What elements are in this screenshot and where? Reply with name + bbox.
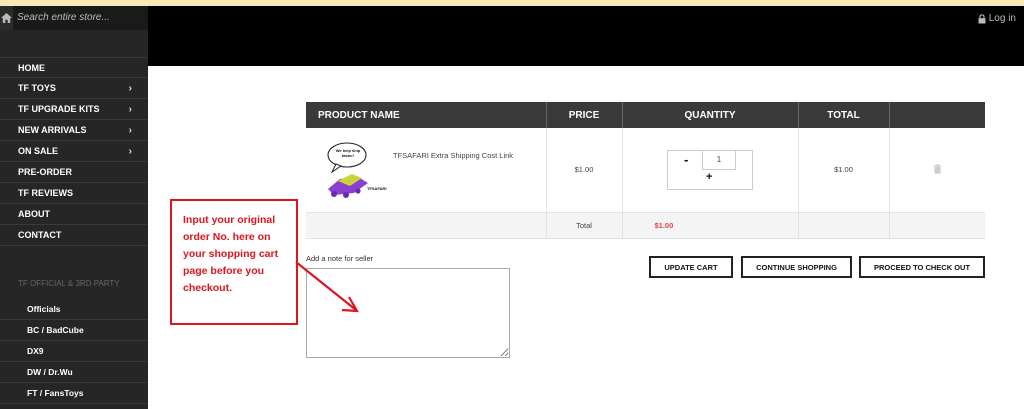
chevron-right-icon: › [128,145,132,157]
menu-item-pre-order[interactable]: PRE-ORDER [0,162,148,183]
login-link[interactable]: Log in [978,13,1016,24]
cart-header-row: PRODUCT NAME PRICE QUANTITY TOTAL [306,102,985,128]
chevron-right-icon: › [128,82,132,94]
quantity-decrease-button[interactable]: - [684,152,688,167]
total-value: $1.00 [622,212,799,239]
lock-icon [978,13,986,23]
brand-list: Officials BC / BadCube DX9 DW / Dr.Wu FT… [0,299,148,404]
continue-shopping-button[interactable]: CONTINUE SHOPPING [741,256,852,278]
header-bar: Log in [148,6,1024,66]
annotation-arrow [295,261,359,313]
main-menu: HOME TF TOYS › TF UPGRADE KITS › NEW ARRIV… [0,57,148,246]
menu-item-home[interactable]: HOME [0,57,148,78]
menu-item-tf-toys[interactable]: TF TOYS › [0,78,148,99]
search-bar [0,5,160,30]
menu-item-label: ON SALE [18,146,59,156]
thumbnail-bubble-text: We help ship faster! [335,147,361,158]
trash-icon[interactable] [933,164,942,174]
menu-item-label: PRE-ORDER [18,167,73,177]
total-row-spacer [889,212,985,239]
login-label: Log in [988,13,1016,24]
brand-item-dx9[interactable]: DX9 [0,341,148,362]
header-price: PRICE [546,102,623,128]
brand-item-officials[interactable]: Officials [0,299,148,320]
cart-item-remove-cell [889,128,985,213]
menu-item-tf-reviews[interactable]: TF REVIEWS [0,183,148,204]
quantity-increase-button[interactable]: + [706,171,712,183]
update-cart-button[interactable]: UPDATE CART [649,256,733,278]
product-thumbnail[interactable]: We help ship faster! TFSAFARI [324,139,387,201]
header-product-name: PRODUCT NAME [306,102,547,128]
instruction-callout: Input your original order No. here on yo… [170,199,298,325]
home-icon[interactable] [0,5,13,30]
cart-total-row: Total $1.00 [306,212,985,239]
header-total: TOTAL [798,102,890,128]
search-input[interactable] [13,5,151,30]
brand-item-drwu[interactable]: DW / Dr.Wu [0,362,148,383]
menu-item-label: NEW ARRIVALS [18,125,87,135]
brand-item-fanstoys[interactable]: FT / FansToys [0,383,148,404]
chevron-right-icon: › [128,103,132,115]
cart-item-total: $1.00 [798,128,890,213]
menu-item-about[interactable]: ABOUT [0,204,148,225]
chevron-right-icon: › [128,124,132,136]
total-label: Total [546,212,623,239]
cart-item-row: We help ship faster! TFSAFARI TFSAFARI E… [306,128,985,213]
menu-item-contact[interactable]: CONTACT [0,225,148,246]
quantity-value-input[interactable]: 1 [702,150,736,170]
menu-item-label: CONTACT [18,230,62,240]
header-quantity: QUANTITY [622,102,799,128]
menu-item-label: TF REVIEWS [18,188,74,198]
header-actions [889,102,985,128]
menu-item-label: TF TOYS [18,83,56,93]
cart-table: PRODUCT NAME PRICE QUANTITY TOTAL We hel… [306,102,985,239]
cart-item-product: We help ship faster! TFSAFARI TFSAFARI E… [306,128,547,213]
menu-item-new-arrivals[interactable]: NEW ARRIVALS › [0,120,148,141]
sidebar-section-title: TF OFFICIAL & 3RD PARTY [18,279,120,288]
menu-item-tf-upgrade-kits[interactable]: TF UPGRADE KITS › [0,99,148,120]
menu-item-label: TF UPGRADE KITS [18,104,100,114]
brand-item-badcube[interactable]: BC / BadCube [0,320,148,341]
menu-item-label: ABOUT [18,209,50,219]
menu-item-on-sale[interactable]: ON SALE › [0,141,148,162]
sidebar: HOME TF TOYS › TF UPGRADE KITS › NEW ARRIV… [0,5,160,409]
cart-item-price: $1.00 [546,128,623,213]
thumbnail-logo-text: TFSAFARI [367,185,387,191]
proceed-to-checkout-button[interactable]: PROCEED TO CHECK OUT [859,256,985,278]
total-row-spacer [306,212,547,239]
total-row-spacer [798,212,890,239]
cart-item-quantity-cell: - 1 + [622,128,799,213]
product-name-link[interactable]: TFSAFARI Extra Shipping Cost Link [393,151,513,160]
quantity-stepper: - 1 + [667,149,753,190]
menu-item-label: HOME [18,62,45,73]
